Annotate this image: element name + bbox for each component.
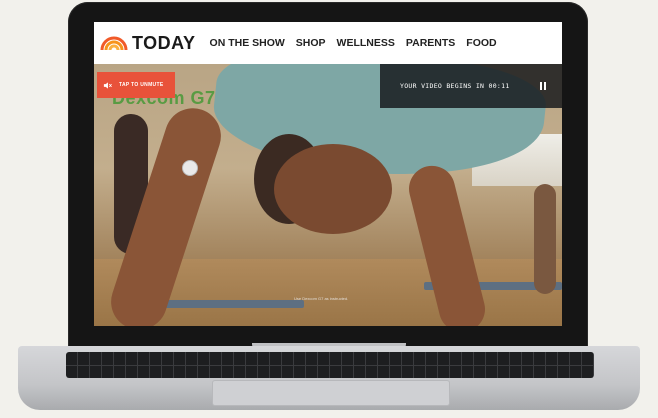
keyboard-row-divider (66, 365, 594, 366)
nav-link-parents[interactable]: PARENTS (406, 37, 455, 49)
unmute-label: TAP TO UNMUTE (119, 82, 164, 88)
background-person (534, 184, 556, 294)
logo-text: TODAY (132, 32, 196, 53)
video-player[interactable]: Dexcom G7 TAP TO UNMUTE YOUR VIDEO BEGIN… (94, 64, 562, 326)
site-header: TODAY ON THE SHOW SHOP WELLNESS PARENTS … (94, 22, 562, 64)
ad-countdown-bar: YOUR VIDEO BEGINS IN 00:11 (380, 64, 562, 108)
nav-link-on-the-show[interactable]: ON THE SHOW (210, 37, 285, 49)
pause-icon[interactable] (540, 82, 546, 90)
instructor-face (274, 144, 392, 234)
nav-link-food[interactable]: FOOD (466, 37, 496, 49)
nav-link-shop[interactable]: SHOP (296, 37, 326, 49)
laptop-screen: TODAY ON THE SHOW SHOP WELLNESS PARENTS … (94, 22, 562, 326)
glucose-sensor (182, 160, 198, 176)
today-rainbow-icon (100, 36, 128, 50)
ad-disclaimer: Use Dexcom G7 as instructed. (294, 296, 349, 301)
tap-to-unmute-button[interactable]: TAP TO UNMUTE (97, 72, 175, 98)
countdown-text: YOUR VIDEO BEGINS IN 00:11 (400, 82, 510, 90)
main-nav: ON THE SHOW SHOP WELLNESS PARENTS FOOD (210, 37, 508, 49)
today-logo[interactable]: TODAY (100, 33, 196, 54)
laptop-trackpad (212, 380, 450, 406)
speaker-muted-icon (103, 81, 112, 89)
nav-link-wellness[interactable]: WELLNESS (337, 37, 395, 49)
